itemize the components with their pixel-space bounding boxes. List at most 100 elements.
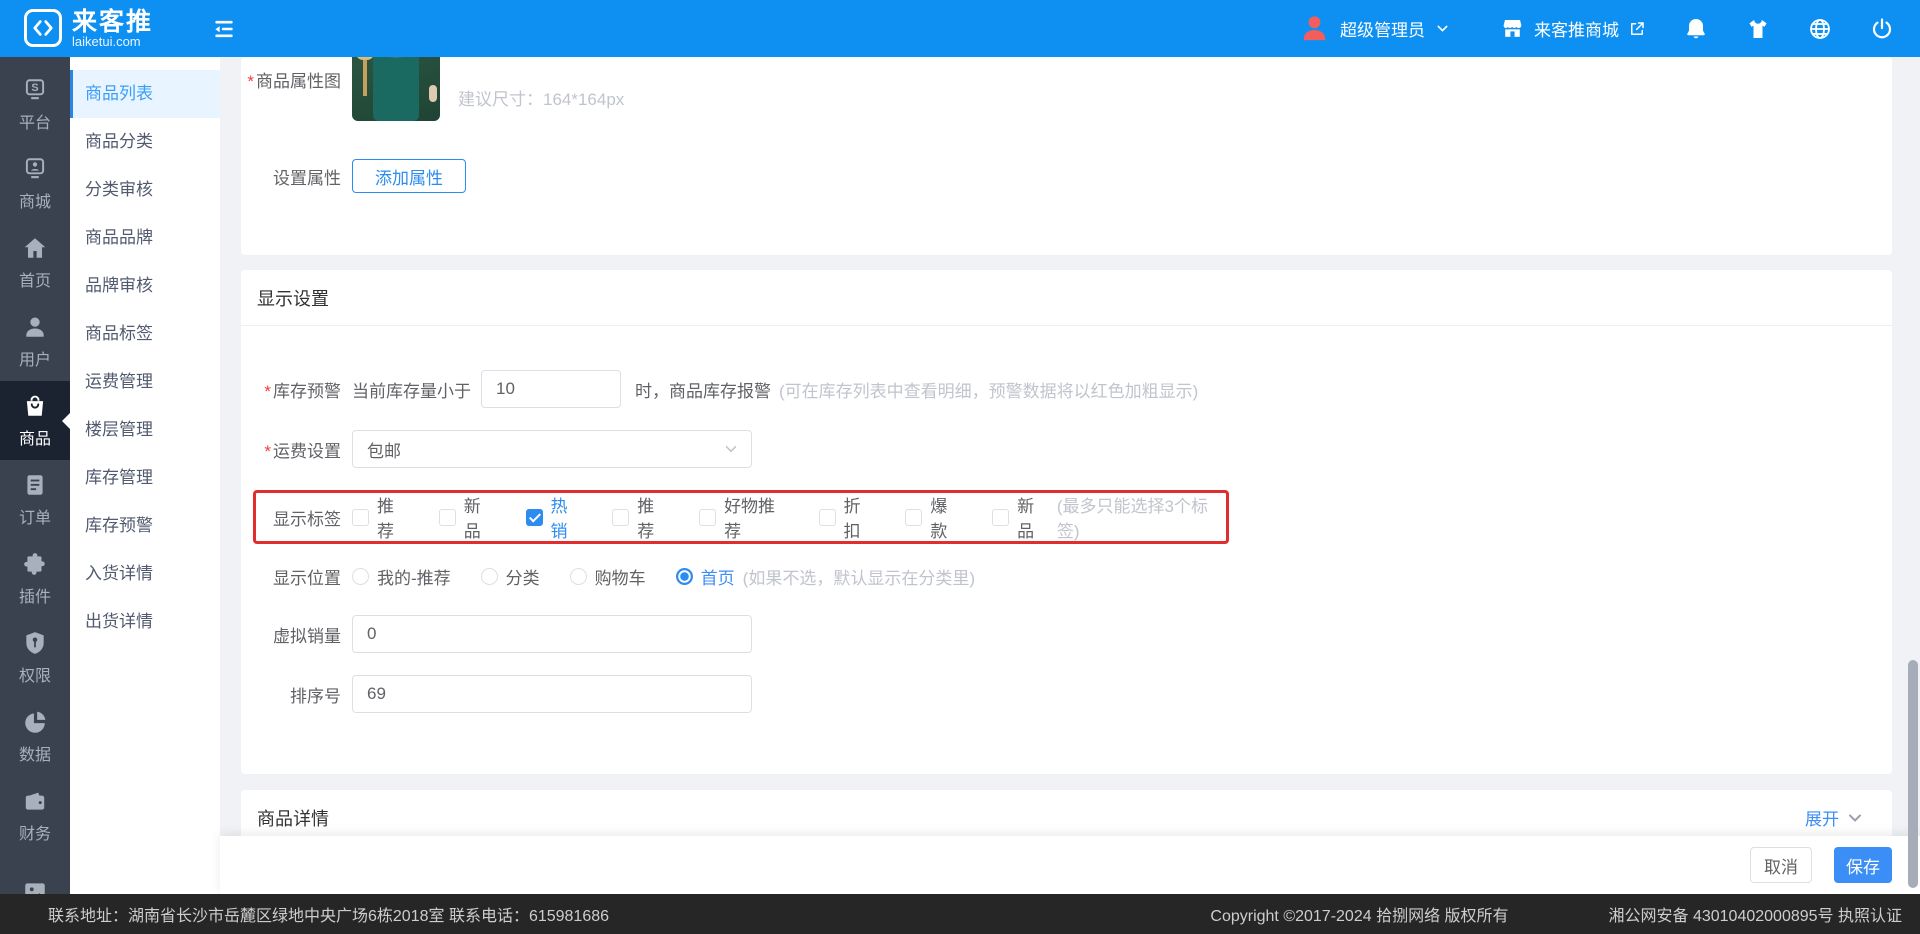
active-arrow bbox=[62, 412, 70, 429]
page-footer: 联系地址：湖南省长沙市岳麓区绿地中央广场6栋2018室 联系电话：6159816… bbox=[0, 894, 1920, 934]
submenu-item-stock-warning[interactable]: 库存预警 bbox=[70, 502, 220, 550]
submenu-item-goods-category[interactable]: 商品分类 bbox=[70, 118, 220, 166]
sidebar-label: 数据 bbox=[18, 746, 51, 764]
pie-chart-icon bbox=[25, 711, 46, 733]
tag-checkbox-bestseller[interactable]: 爆款 bbox=[905, 492, 962, 542]
attribute-image-thumbnail[interactable] bbox=[352, 57, 440, 121]
store-link[interactable]: 来客推商城 bbox=[1500, 16, 1646, 41]
sidebar-item-finance[interactable]: 财务 bbox=[0, 776, 70, 855]
submenu-item-inbound-detail[interactable]: 入货详情 bbox=[70, 550, 220, 598]
required-mark: * bbox=[264, 381, 271, 401]
chevron-down-icon bbox=[725, 445, 737, 453]
image-icon bbox=[25, 882, 45, 894]
mall-button[interactable] bbox=[1746, 17, 1770, 41]
submenu-item-freight-mgmt[interactable]: 运费管理 bbox=[70, 358, 220, 406]
stock-warning-hint: (可在库存列表中查看明细，预警数据将以红色加粗显示) bbox=[779, 381, 1199, 401]
mall-icon bbox=[25, 157, 45, 178]
sidebar-item-user[interactable]: 用户 bbox=[0, 302, 70, 381]
set-attribute-label: 设置属性 bbox=[273, 168, 341, 188]
cancel-button[interactable]: 取消 bbox=[1750, 847, 1812, 883]
save-button[interactable]: 保存 bbox=[1834, 847, 1892, 883]
display-settings-rows: *库存预警 当前库存量小于 时，商品库存报警 (可在库存列表中查看明细，预警数据… bbox=[241, 326, 1892, 713]
expand-toggle[interactable]: 展开 bbox=[1805, 805, 1864, 830]
top-navbar: 来客推 laiketui.com 超级管理员 来客推商城 bbox=[0, 0, 1920, 57]
tag-checkbox-new-1[interactable]: 新品 bbox=[438, 492, 496, 542]
notifications-button[interactable] bbox=[1684, 17, 1708, 41]
position-radio-cart[interactable]: 购物车 bbox=[569, 564, 646, 589]
checkbox-icon bbox=[818, 508, 836, 526]
goods-detail-title: 商品详情 bbox=[257, 808, 329, 829]
set-attribute-row: 设置属性 添加属性 bbox=[241, 159, 1892, 193]
logo-text: 来客推 laiketui.com bbox=[72, 8, 153, 49]
sidebar-item-home[interactable]: 首页 bbox=[0, 223, 70, 302]
radio-checked-icon bbox=[675, 568, 693, 585]
sidebar-label: 权限 bbox=[18, 667, 51, 685]
freight-select[interactable]: 包邮 bbox=[352, 430, 752, 468]
sort-row: 排序号 bbox=[241, 675, 1892, 713]
freight-select-value: 包邮 bbox=[367, 441, 401, 461]
tag-checkbox-recommend-1[interactable]: 推荐 bbox=[352, 492, 409, 542]
display-tags-hint: (最多只能选择3个标签) bbox=[1056, 497, 1208, 541]
attribute-card: * 商品属性图 建议尺寸：164*164px 设置属性 添加属性 bbox=[241, 57, 1892, 255]
wallet-icon bbox=[25, 792, 45, 810]
sidebar-label: 订单 bbox=[18, 509, 51, 527]
tag-checkbox-good-recommend[interactable]: 好物推荐 bbox=[699, 492, 788, 542]
submenu-item-goods-list[interactable]: 商品列表 bbox=[70, 70, 220, 118]
required-mark: * bbox=[264, 441, 271, 461]
radio-icon bbox=[480, 568, 498, 585]
tshirt-icon bbox=[1749, 19, 1767, 38]
submenu-item-brand-review[interactable]: 品牌审核 bbox=[70, 262, 220, 310]
stock-warning-input[interactable] bbox=[481, 370, 621, 408]
icon-sidebar: S 平台 商城 首页 用户 商品 订单 插件 权限 数据 财务 bbox=[0, 57, 70, 894]
tag-checkbox-hot[interactable]: 热销 bbox=[525, 492, 583, 542]
position-radio-category[interactable]: 分类 bbox=[480, 564, 540, 589]
language-button[interactable] bbox=[1808, 17, 1832, 41]
sidebar-label: 平台 bbox=[18, 114, 51, 132]
tag-checkbox-recommend-2[interactable]: 推荐 bbox=[612, 492, 669, 542]
bottom-action-bar: 取消 保存 bbox=[220, 836, 1920, 894]
user-menu[interactable]: 超级管理员 bbox=[1299, 13, 1450, 44]
sidebar-item-mall[interactable]: 商城 bbox=[0, 144, 70, 223]
display-position-row: 显示位置 我的-推荐 分类 购物车 首页 (如果不选，默认显示在分类里) bbox=[241, 564, 1892, 589]
user-icon bbox=[26, 316, 44, 337]
position-radio-my-recommend[interactable]: 我的-推荐 bbox=[352, 564, 451, 589]
sidebar-item-orders[interactable]: 订单 bbox=[0, 460, 70, 539]
freight-row: * 运费设置 包邮 bbox=[241, 430, 1892, 468]
position-radio-homepage[interactable]: 首页 bbox=[675, 564, 735, 589]
vertical-scrollbar[interactable] bbox=[1908, 660, 1918, 888]
footer-record: 湘公网安备 43010402000895号 执照认证 bbox=[1608, 908, 1902, 925]
sidebar-item-plugins[interactable]: 插件 bbox=[0, 539, 70, 618]
sort-input[interactable] bbox=[352, 675, 752, 713]
goods-submenu: 商品列表 商品分类 分类审核 商品品牌 品牌审核 商品标签 运费管理 楼层管理 … bbox=[70, 57, 220, 894]
tag-checkbox-discount[interactable]: 折扣 bbox=[818, 492, 876, 542]
sidebar-item-data[interactable]: 数据 bbox=[0, 697, 70, 776]
logout-button[interactable] bbox=[1870, 17, 1894, 41]
submenu-item-stock-mgmt[interactable]: 库存管理 bbox=[70, 454, 220, 502]
svg-text:S: S bbox=[31, 82, 38, 94]
stock-warning-prefix: 当前库存量小于 bbox=[352, 381, 471, 401]
sidebar-item-media[interactable] bbox=[0, 855, 70, 894]
checkbox-icon bbox=[905, 508, 923, 526]
user-name: 超级管理员 bbox=[1340, 21, 1425, 40]
plugins-icon bbox=[24, 552, 45, 575]
submenu-item-outbound-detail[interactable]: 出货详情 bbox=[70, 598, 220, 646]
bell-icon bbox=[1687, 18, 1705, 38]
radio-icon bbox=[569, 568, 587, 585]
tag-checkbox-new-2[interactable]: 新品 bbox=[992, 492, 1049, 542]
sidebar-item-platform[interactable]: S 平台 bbox=[0, 65, 70, 144]
sidebar-item-goods[interactable]: 商品 bbox=[0, 381, 70, 460]
submenu-item-goods-tags[interactable]: 商品标签 bbox=[70, 310, 220, 358]
submenu-item-goods-brand[interactable]: 商品品牌 bbox=[70, 214, 220, 262]
display-position-options: 我的-推荐 分类 购物车 首页 bbox=[352, 564, 735, 589]
submenu-item-category-review[interactable]: 分类审核 bbox=[70, 166, 220, 214]
sidebar-item-permissions[interactable]: 权限 bbox=[0, 618, 70, 697]
submenu-item-floor-mgmt[interactable]: 楼层管理 bbox=[70, 406, 220, 454]
app-logo[interactable]: 来客推 laiketui.com bbox=[24, 8, 153, 49]
collapse-menu-icon[interactable] bbox=[211, 16, 237, 42]
store-icon bbox=[1503, 19, 1522, 37]
add-attribute-button[interactable]: 添加属性 bbox=[352, 159, 466, 193]
chevron-down-icon bbox=[1849, 814, 1861, 822]
attribute-image-label: * 商品属性图 bbox=[247, 72, 341, 91]
sort-label: 排序号 bbox=[290, 686, 341, 706]
virtual-sales-input[interactable] bbox=[352, 615, 752, 653]
